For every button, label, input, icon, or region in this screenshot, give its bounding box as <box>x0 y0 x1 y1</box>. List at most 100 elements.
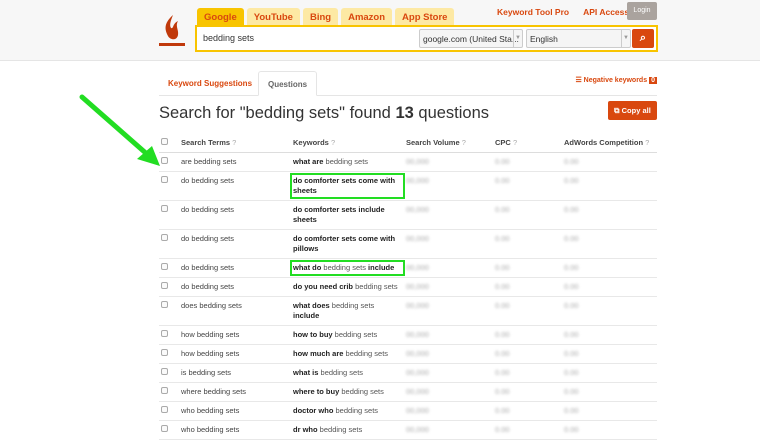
cpc: 0.00 <box>493 258 562 278</box>
adwords-competition: 0.00 <box>562 344 657 364</box>
table-row: do bedding sets do comforter sets includ… <box>159 200 657 230</box>
adwords-competition: 0.00 <box>562 277 657 297</box>
keyword[interactable]: what does bedding sets include <box>293 301 402 321</box>
keyword-part: bedding sets <box>318 367 364 377</box>
col-adwords-competition[interactable]: AdWords Competition ? <box>562 134 657 153</box>
search-volume: 00,000 <box>404 325 493 345</box>
flame-logo-icon[interactable] <box>159 14 185 48</box>
adwords-competition: 0.00 <box>562 325 657 345</box>
search-term: are bedding sets <box>179 152 291 172</box>
copy-icon: ⧉ <box>614 106 622 115</box>
keyword[interactable]: dr who bedding sets <box>293 425 402 435</box>
col-label: CPC <box>495 138 511 148</box>
help-icon[interactable]: ? <box>513 138 517 147</box>
question-count: 13 <box>395 104 414 122</box>
search-input[interactable]: bedding sets <box>203 33 254 43</box>
domain-select[interactable]: google.com (United Sta... ▼ <box>419 29 523 48</box>
search-term: does bedding sets <box>179 296 291 326</box>
keyword-tool-pro-link[interactable]: Keyword Tool Pro <box>497 7 569 17</box>
table-row: where bedding sets where to buy bedding … <box>159 382 657 402</box>
row-checkbox[interactable] <box>161 233 168 241</box>
row-checkbox[interactable] <box>161 262 168 270</box>
tab-amazon[interactable]: Amazon <box>341 8 393 26</box>
cpc: 0.00 <box>493 277 562 297</box>
row-checkbox[interactable] <box>161 348 168 356</box>
row-checkbox[interactable] <box>161 424 168 432</box>
tab-keyword-suggestions[interactable]: Keyword Suggestions <box>159 71 261 96</box>
keyword-part: bedding sets <box>353 281 398 291</box>
col-label: Search Terms <box>181 138 231 148</box>
col-cpc[interactable]: CPC ? <box>493 134 562 153</box>
adwords-competition: 0.00 <box>562 200 657 230</box>
select-all-checkbox[interactable] <box>161 138 168 146</box>
keyword[interactable]: where to buy bedding sets <box>293 387 402 397</box>
negative-count-badge: 0 <box>649 77 657 84</box>
search-volume: 00,000 <box>404 171 493 201</box>
table-row: are bedding sets what are bedding sets 0… <box>159 152 657 172</box>
cpc: 0.00 <box>493 382 562 402</box>
col-label: AdWords Competition <box>564 138 644 148</box>
api-access-link[interactable]: API Access <box>583 7 629 17</box>
language-select[interactable]: English ▼ <box>526 29 631 48</box>
row-checkbox[interactable] <box>161 329 168 337</box>
row-checkbox[interactable] <box>161 386 168 394</box>
keyword[interactable]: what are bedding sets <box>293 157 402 167</box>
keyword-part: include <box>368 262 395 272</box>
table-row: how bedding sets how much are bedding se… <box>159 344 657 364</box>
search-volume: 00,000 <box>404 258 493 278</box>
help-icon[interactable]: ? <box>232 138 236 147</box>
language-select-value: English <box>530 34 558 44</box>
negative-keywords-button[interactable]: ☰ Negative keywords 0 <box>575 76 657 84</box>
keyword[interactable]: how much are bedding sets <box>293 349 402 359</box>
tab-app-store[interactable]: App Store <box>395 8 455 26</box>
keyword[interactable]: doctor who bedding sets <box>293 406 402 416</box>
cpc: 0.00 <box>493 171 562 201</box>
keyword-part: bedding sets <box>333 405 379 415</box>
adwords-competition: 0.00 <box>562 258 657 278</box>
result-tabs: Keyword Suggestions Questions ☰ Negative… <box>159 71 657 96</box>
tab-google[interactable]: Google <box>197 8 244 26</box>
row-checkbox[interactable] <box>161 156 168 164</box>
chevron-down-icon: ▼ <box>621 30 630 47</box>
keyword[interactable]: do comforter sets include sheets <box>293 205 402 225</box>
tab-youtube[interactable]: YouTube <box>246 8 300 26</box>
col-search-terms[interactable]: Search Terms ? <box>179 134 291 153</box>
copy-all-button[interactable]: ⧉ Copy all <box>608 101 657 120</box>
cpc: 0.00 <box>493 152 562 172</box>
keyword[interactable]: do comforter sets come with sheets <box>290 172 405 199</box>
row-checkbox[interactable] <box>161 281 168 289</box>
keyword[interactable]: how to buy bedding sets <box>293 330 402 340</box>
row-checkbox[interactable] <box>161 204 168 212</box>
table-row: do bedding sets do comforter sets come w… <box>159 229 657 259</box>
login-button[interactable]: Login <box>627 2 657 20</box>
col-search-volume[interactable]: Search Volume ? <box>404 134 493 153</box>
tab-bing[interactable]: Bing <box>302 8 339 26</box>
keyword[interactable]: what do bedding sets include <box>290 259 405 276</box>
adwords-competition: 0.00 <box>562 401 657 421</box>
keyword-part: where to buy <box>293 386 340 396</box>
domain-select-value: google.com (United Sta... <box>423 34 519 44</box>
keyword-part: do comforter sets come with sheets <box>293 175 396 195</box>
help-icon[interactable]: ? <box>645 138 649 147</box>
col-keywords[interactable]: Keywords ? <box>291 134 404 153</box>
row-checkbox[interactable] <box>161 405 168 413</box>
cpc: 0.00 <box>493 420 562 440</box>
search-term: who bedding sets <box>179 401 291 421</box>
keyword-part: bedding sets <box>339 386 384 396</box>
help-icon[interactable]: ? <box>331 138 335 147</box>
keyword[interactable]: do comforter sets come with pillows <box>293 234 402 254</box>
search-term: do bedding sets <box>179 258 291 278</box>
cpc: 0.00 <box>493 325 562 345</box>
row-checkbox[interactable] <box>161 175 168 183</box>
help-icon[interactable]: ? <box>462 138 466 147</box>
search-volume: 00,000 <box>404 420 493 440</box>
row-checkbox[interactable] <box>161 300 168 308</box>
row-checkbox[interactable] <box>161 367 168 375</box>
adwords-competition: 0.00 <box>562 152 657 172</box>
keyword[interactable]: do you need crib bedding sets <box>293 282 402 292</box>
tab-questions[interactable]: Questions <box>258 71 318 96</box>
keyword[interactable]: what is bedding sets <box>293 368 402 378</box>
search-volume: 00,000 <box>404 229 493 259</box>
table-row: do bedding sets do you need crib bedding… <box>159 277 657 297</box>
search-button[interactable]: ⌕ <box>632 29 654 48</box>
